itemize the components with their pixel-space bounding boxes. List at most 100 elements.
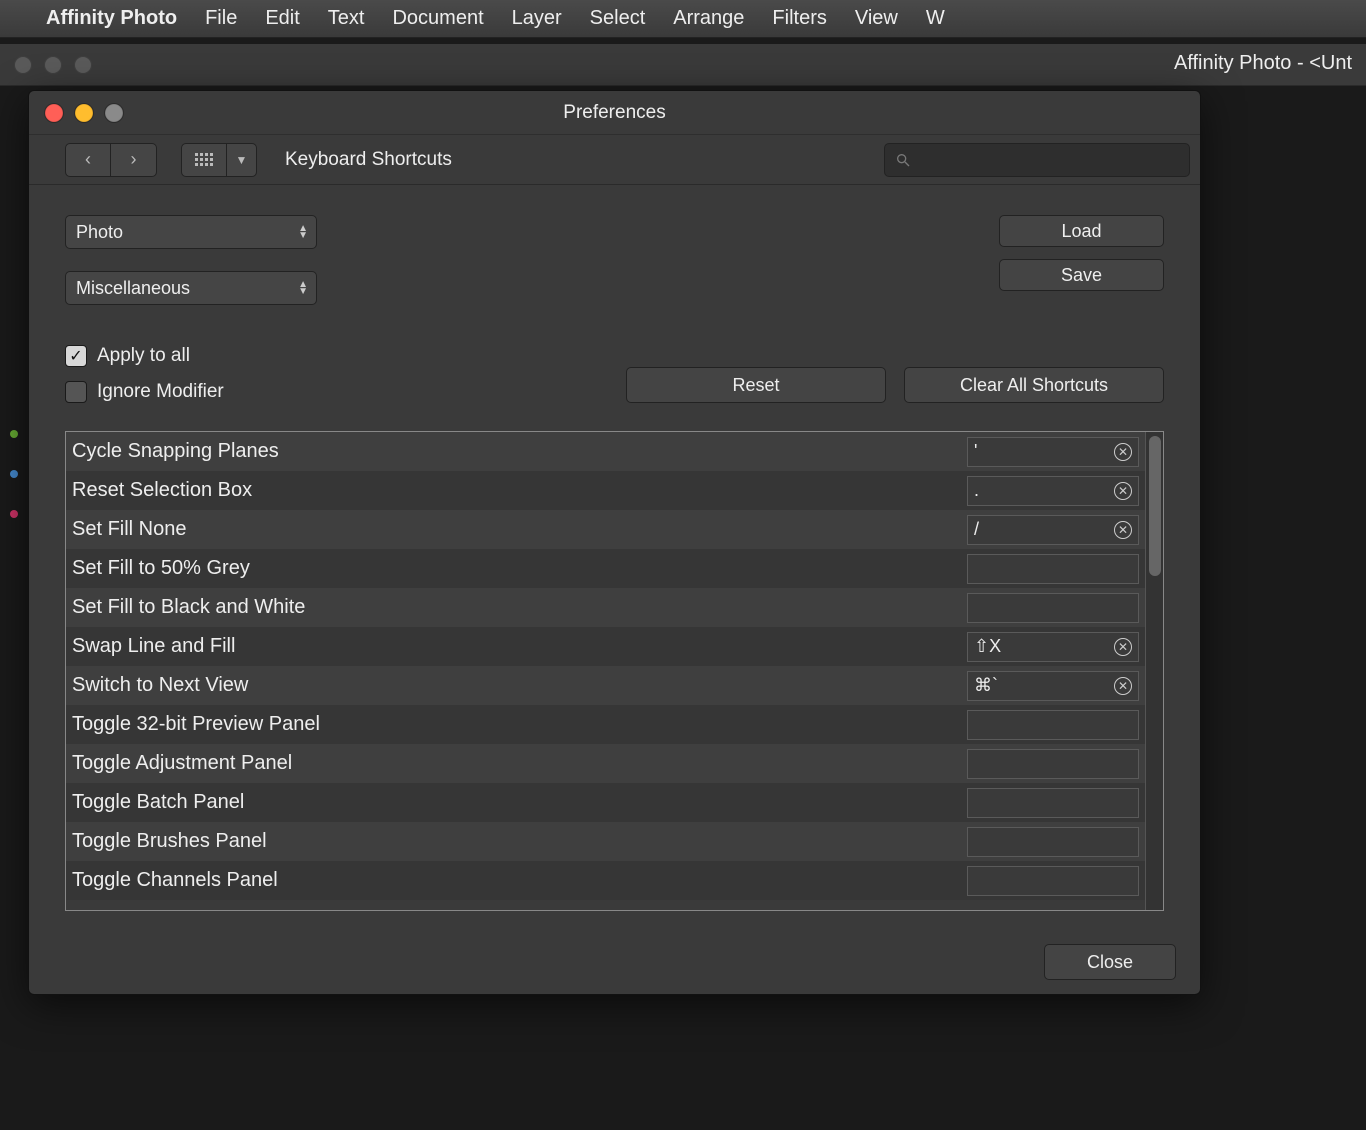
- load-button[interactable]: Load: [999, 215, 1164, 247]
- menu-filters[interactable]: Filters: [772, 7, 826, 30]
- background-toolbar-sliver: [0, 430, 28, 518]
- shortcut-key-value: ': [974, 441, 977, 462]
- show-all-group: ▼: [181, 143, 257, 177]
- show-all-dropdown[interactable]: ▼: [227, 143, 257, 177]
- clear-shortcut-icon[interactable]: ✕: [1114, 677, 1132, 695]
- shortcut-key-field[interactable]: [967, 749, 1139, 779]
- stepper-icon: ▲▼: [298, 225, 308, 239]
- sliver-dot-icon: [10, 510, 18, 518]
- close-button[interactable]: Close: [1044, 944, 1176, 980]
- traffic-close-icon[interactable]: [14, 56, 32, 74]
- shortcut-key-field[interactable]: ⇧X ✕: [967, 632, 1139, 662]
- shortcut-key-field[interactable]: '✕: [967, 437, 1139, 467]
- menu-layer[interactable]: Layer: [512, 7, 562, 30]
- menu-edit[interactable]: Edit: [265, 7, 299, 30]
- shortcut-name: Toggle 32-bit Preview Panel: [70, 713, 967, 736]
- menu-document[interactable]: Document: [392, 7, 483, 30]
- shortcut-key-field[interactable]: [967, 710, 1139, 740]
- shortcut-name: Toggle Brushes Panel: [70, 830, 967, 853]
- shortcuts-list: Cycle Snapping Planes'✕Reset Selection B…: [65, 431, 1164, 911]
- ignore-modifier-label: Ignore Modifier: [97, 381, 224, 403]
- traffic-zoom-icon[interactable]: [74, 56, 92, 74]
- shortcut-name: Toggle Adjustment Panel: [70, 752, 967, 775]
- shortcut-key-field[interactable]: [967, 866, 1139, 896]
- reset-button[interactable]: Reset: [626, 367, 886, 403]
- clear-shortcut-icon[interactable]: ✕: [1114, 638, 1132, 656]
- shortcut-key-field[interactable]: [967, 788, 1139, 818]
- traffic-minimize-icon[interactable]: [44, 56, 62, 74]
- shortcut-row: Toggle 32-bit Preview Panel: [66, 705, 1145, 744]
- shortcut-row: Switch to Next View ⌘` ✕: [66, 666, 1145, 705]
- menu-view[interactable]: View: [855, 7, 898, 30]
- preferences-titlebar: Preferences: [29, 91, 1200, 135]
- sliver-dot-icon: [10, 430, 18, 438]
- preferences-toolbar: ‹ › ▼ Keyboard Shortcuts: [29, 135, 1200, 185]
- scrollbar[interactable]: [1145, 432, 1163, 910]
- shortcut-key-field[interactable]: [967, 827, 1139, 857]
- clear-all-shortcuts-button[interactable]: Clear All Shortcuts: [904, 367, 1164, 403]
- shortcut-row: Swap Line and Fill ⇧X ✕: [66, 627, 1145, 666]
- nav-back-button[interactable]: ‹: [65, 143, 111, 177]
- clear-shortcut-icon[interactable]: ✕: [1114, 521, 1132, 539]
- search-input[interactable]: [919, 151, 1179, 169]
- shortcut-name: Set Fill to 50% Grey: [70, 557, 967, 580]
- menu-window-truncated[interactable]: W: [926, 7, 945, 30]
- shortcut-key-value: ⇧X: [974, 636, 1001, 657]
- shortcut-name: Swap Line and Fill: [70, 635, 967, 658]
- shortcut-row: Toggle Channels Panel: [66, 861, 1145, 900]
- shortcut-key-value: /: [974, 519, 979, 540]
- shortcut-key-field[interactable]: ⌘` ✕: [967, 671, 1139, 701]
- shortcut-name: Switch to Next View: [70, 674, 967, 697]
- prefs-close-icon[interactable]: [45, 104, 63, 122]
- shortcut-row: Toggle Batch Panel: [66, 783, 1145, 822]
- shortcut-key-value: .: [974, 480, 979, 501]
- prefs-zoom-icon[interactable]: [105, 104, 123, 122]
- shortcut-row: Set Fill None/✕: [66, 510, 1145, 549]
- shortcut-row: Toggle Brushes Panel: [66, 822, 1145, 861]
- clear-shortcut-icon[interactable]: ✕: [1114, 443, 1132, 461]
- main-window-titlebar: Affinity Photo - <Unt: [0, 44, 1366, 86]
- shortcut-row: Reset Selection Box.✕: [66, 471, 1145, 510]
- nav-forward-button[interactable]: ›: [111, 143, 157, 177]
- shortcut-name: Set Fill to Black and White: [70, 596, 967, 619]
- clear-shortcut-icon[interactable]: ✕: [1114, 482, 1132, 500]
- apply-to-all-checkbox[interactable]: ✓ Apply to all: [65, 345, 224, 367]
- menu-file[interactable]: File: [205, 7, 237, 30]
- shortcut-row: Cycle Snapping Planes'✕: [66, 432, 1145, 471]
- shortcut-row: Toggle Adjustment Panel: [66, 744, 1145, 783]
- search-field[interactable]: [884, 143, 1190, 177]
- shortcut-key-field[interactable]: [967, 593, 1139, 623]
- shortcut-key-field[interactable]: /✕: [967, 515, 1139, 545]
- apply-to-all-label: Apply to all: [97, 345, 190, 367]
- shortcut-name: Reset Selection Box: [70, 479, 967, 502]
- shortcut-name: Set Fill None: [70, 518, 967, 541]
- main-window-title: Affinity Photo - <Unt: [1174, 52, 1352, 75]
- shortcut-row: Set Fill to 50% Grey: [66, 549, 1145, 588]
- ignore-modifier-checkbox[interactable]: Ignore Modifier: [65, 381, 224, 403]
- shortcut-key-value: ⌘`: [974, 675, 998, 696]
- scrollbar-thumb[interactable]: [1149, 436, 1161, 576]
- persona-select[interactable]: Photo ▲▼: [65, 215, 317, 249]
- show-all-button[interactable]: [181, 143, 227, 177]
- menu-text[interactable]: Text: [328, 7, 365, 30]
- sliver-dot-icon: [10, 470, 18, 478]
- persona-select-value: Photo: [76, 222, 123, 243]
- app-menu[interactable]: Affinity Photo: [46, 7, 177, 30]
- breadcrumb: Keyboard Shortcuts: [285, 149, 452, 171]
- shortcut-name: Toggle Batch Panel: [70, 791, 967, 814]
- system-menubar: Affinity Photo File Edit Text Document L…: [0, 0, 1366, 38]
- chevron-down-icon: ▼: [236, 153, 248, 167]
- stepper-icon: ▲▼: [298, 281, 308, 295]
- nav-back-forward: ‹ ›: [65, 143, 157, 177]
- menu-select[interactable]: Select: [590, 7, 646, 30]
- prefs-minimize-icon[interactable]: [75, 104, 93, 122]
- shortcut-row: Set Fill to Black and White: [66, 588, 1145, 627]
- search-icon: [895, 152, 911, 168]
- shortcut-key-field[interactable]: .✕: [967, 476, 1139, 506]
- shortcut-name: Cycle Snapping Planes: [70, 440, 967, 463]
- save-button[interactable]: Save: [999, 259, 1164, 291]
- preferences-title: Preferences: [29, 102, 1200, 124]
- menu-arrange[interactable]: Arrange: [673, 7, 744, 30]
- shortcut-key-field[interactable]: [967, 554, 1139, 584]
- category-select[interactable]: Miscellaneous ▲▼: [65, 271, 317, 305]
